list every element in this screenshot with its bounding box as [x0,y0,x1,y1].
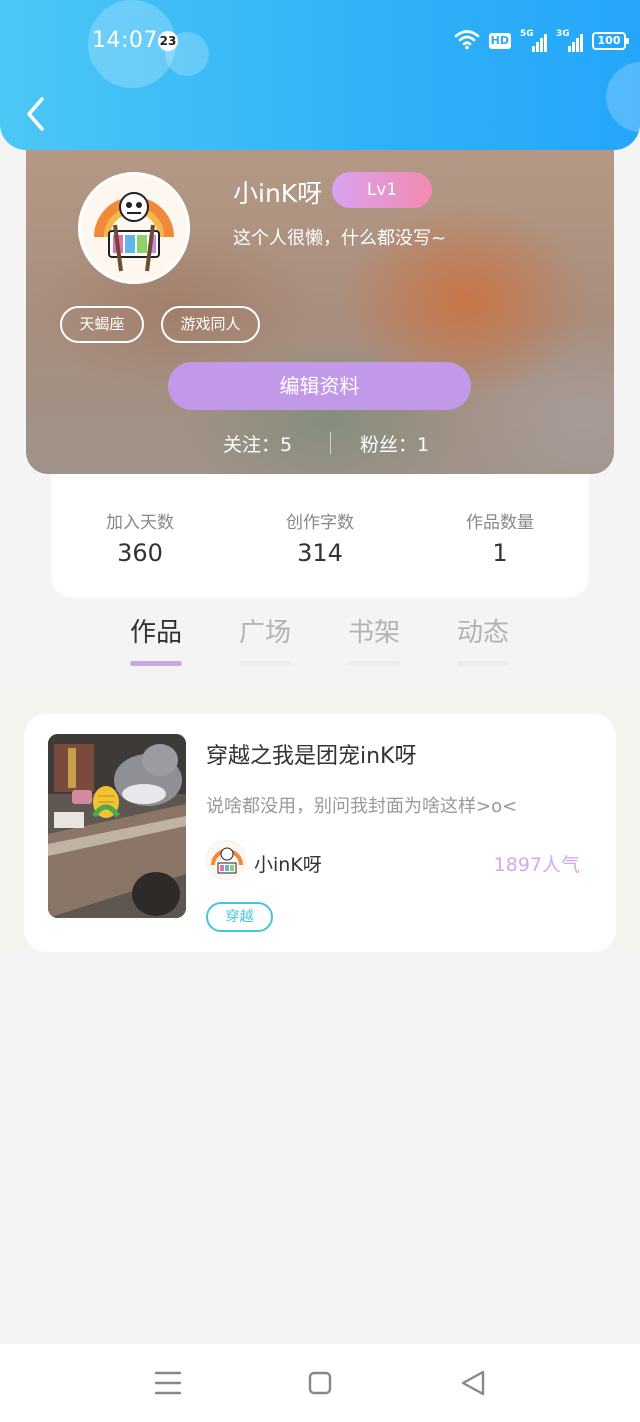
signal-3g-icon: 3G [556,29,583,52]
edit-profile-button[interactable]: 编辑资料 [168,362,471,410]
signal-5g-label: 5G [520,29,534,39]
home-square-icon [308,1371,332,1395]
work-description: 说啥都没用，别问我封面为啥这样>o< [206,796,518,817]
tab-label: 书架 [347,618,400,648]
profile-tag-interest[interactable]: 游戏同人 [161,306,260,343]
menu-button[interactable] [148,1366,188,1400]
menu-icon [154,1371,182,1395]
stat-value: 360 [117,539,163,567]
genre-tag[interactable]: 穿越 [206,902,273,932]
followers-count[interactable]: 粉丝：1 [360,430,429,457]
tab-plaza[interactable]: 广场 [230,612,300,666]
wifi-icon [454,28,480,54]
list-item[interactable]: 穿越之我是团宠inK呀 说啥都没用，别问我封面为啥这样>o< 小inK呀 189… [24,714,616,952]
profile-tabs: 作品 广场 书架 动态 [0,612,640,684]
avatar[interactable] [78,172,190,284]
tab-activity[interactable]: 动态 [448,612,518,666]
tab-indicator [348,661,400,666]
decor-bubble [606,62,640,132]
tab-indicator [130,661,182,666]
stat-works-count: 作品数量 1 [430,508,570,567]
work-cover-image[interactable] [48,734,186,918]
home-button[interactable] [300,1366,340,1400]
tab-label: 广场 [238,618,291,648]
stat-label: 加入天数 [106,513,174,533]
follow-stats: 关注：5 粉丝：1 [26,430,614,458]
divider [330,432,331,454]
tab-label: 动态 [456,618,509,648]
following-count[interactable]: 关注：5 [223,430,292,457]
user-name: 小inK呀 [233,179,323,208]
notification-badge: 23 [158,31,178,51]
tab-indicator [457,661,509,666]
user-bio: 这个人很懒，什么都没写~ [233,228,447,249]
tab-works[interactable]: 作品 [121,612,191,666]
back-arrow-icon [27,97,44,131]
stat-label: 作品数量 [466,513,534,533]
back-button[interactable] [20,94,52,134]
system-back-button[interactable] [454,1366,494,1400]
status-time: 14:07 [92,28,158,53]
author-name[interactable]: 小inK呀 [254,850,322,877]
profile-card: 小inK呀 Lv1 这个人很懒，什么都没写~ 天蝎座 游戏同人 编辑资料 关注：… [26,120,614,474]
signal-3g-label: 3G [556,29,570,39]
tab-bookshelf[interactable]: 书架 [339,612,409,666]
stat-join-days: 加入天数 360 [70,508,210,567]
level-badge: Lv1 [332,172,432,208]
top-header: 14:07 23 HD 5G 3G 100 [0,0,640,150]
system-nav-bar [0,1344,640,1422]
status-icons: HD 5G 3G 100 [454,28,629,54]
author-avatar[interactable] [206,840,246,880]
back-triangle-icon [461,1370,485,1396]
stat-word-count: 创作字数 314 [250,508,390,567]
tab-indicator [239,661,291,666]
stat-value: 314 [297,539,343,567]
signal-5g-icon: 5G [520,29,547,52]
battery-icon: 100 [592,32,629,50]
works-list: 穿越之我是团宠inK呀 说啥都没用，别问我封面为啥这样>o< 小inK呀 189… [0,686,640,952]
work-title[interactable]: 穿越之我是团宠inK呀 [206,738,416,770]
hd-badge: HD [488,33,511,49]
stat-value: 1 [492,539,508,567]
stat-label: 创作字数 [286,513,354,533]
profile-tag-zodiac[interactable]: 天蝎座 [60,306,144,343]
popularity-count: 1897人气 [493,854,580,876]
tab-label: 作品 [129,618,182,648]
stats-card: 加入天数 360 创作字数 314 作品数量 1 [51,470,589,598]
